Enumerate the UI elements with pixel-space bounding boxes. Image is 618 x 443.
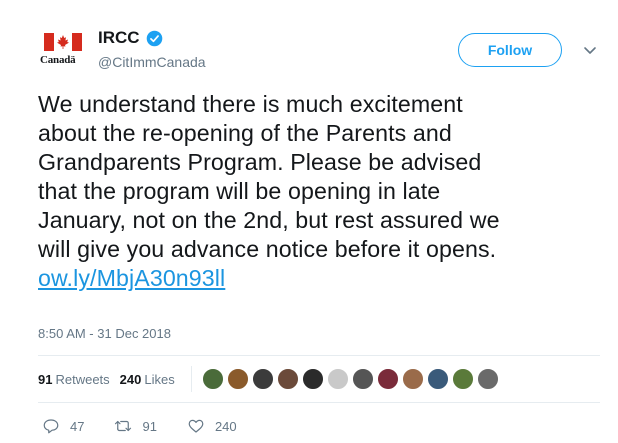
avatar[interactable]	[226, 368, 249, 390]
tweet-line: will give you advance notice before it o…	[38, 236, 497, 262]
likes-count: 240	[119, 371, 142, 387]
divider	[190, 366, 192, 392]
follow-button[interactable]: Follow	[458, 33, 562, 67]
canada-wordmark: Canadä	[40, 54, 76, 66]
like-button[interactable]: 240	[187, 417, 237, 435]
tweet-text: We understand there is much excitement a…	[38, 90, 598, 293]
tweet-stats: 91 Retweets 240 Likes	[38, 362, 502, 396]
canada-logo[interactable]: Canadä	[40, 33, 90, 73]
tweet-line: about the re-opening of the Parents and	[38, 120, 452, 146]
liker-avatars	[201, 368, 502, 390]
retweet-button[interactable]: 91	[114, 417, 157, 435]
display-name[interactable]: IRCC	[98, 28, 163, 48]
retweets-stat[interactable]: 91 Retweets	[38, 372, 110, 387]
avatar[interactable]	[251, 368, 274, 390]
avatar[interactable]	[376, 368, 399, 390]
avatar[interactable]	[476, 368, 499, 390]
avatar[interactable]	[301, 368, 324, 390]
avatar[interactable]	[201, 368, 224, 390]
divider	[38, 355, 600, 356]
retweets-label: Retweets	[55, 371, 110, 387]
verified-badge-icon	[146, 30, 162, 46]
retweet-icon	[115, 420, 132, 432]
avatar[interactable]	[276, 368, 299, 390]
avatar[interactable]	[351, 368, 374, 390]
likes-label: Likes	[144, 371, 175, 387]
retweet-count: 91	[142, 418, 157, 434]
divider	[38, 402, 600, 403]
avatar[interactable]	[326, 368, 349, 390]
tweet-line: Grandparents Program. Please be advised	[38, 149, 482, 175]
avatar[interactable]	[426, 368, 449, 390]
reply-icon	[43, 419, 59, 434]
reply-count: 47	[70, 418, 85, 434]
tweet-line: January, not on the 2nd, but rest assure…	[38, 207, 500, 233]
tweet-actions: 47 91 240	[42, 414, 267, 438]
author-handle[interactable]: @CitImmCanada	[98, 54, 206, 70]
tweet-link[interactable]: ow.ly/MbjA30n93ll	[38, 265, 225, 291]
author-name[interactable]: IRCC	[98, 28, 140, 48]
likes-stat[interactable]: 240 Likes	[120, 372, 175, 387]
avatar[interactable]	[401, 368, 424, 390]
like-count: 240	[214, 418, 237, 434]
tweet-header: Canadä IRCC @CitImmCanada Follow	[0, 0, 618, 80]
tweet-line: that the program will be opening in late	[38, 178, 441, 204]
heart-icon	[188, 419, 204, 433]
retweets-count: 91	[38, 371, 53, 387]
reply-button[interactable]: 47	[42, 417, 84, 435]
avatar[interactable]	[451, 368, 474, 390]
canada-flag-icon	[44, 33, 82, 51]
tweet-timestamp[interactable]: 8:50 AM - 31 Dec 2018	[38, 326, 171, 341]
tweet-line: We understand there is much excitement	[38, 91, 463, 117]
chevron-down-icon[interactable]	[580, 40, 600, 60]
